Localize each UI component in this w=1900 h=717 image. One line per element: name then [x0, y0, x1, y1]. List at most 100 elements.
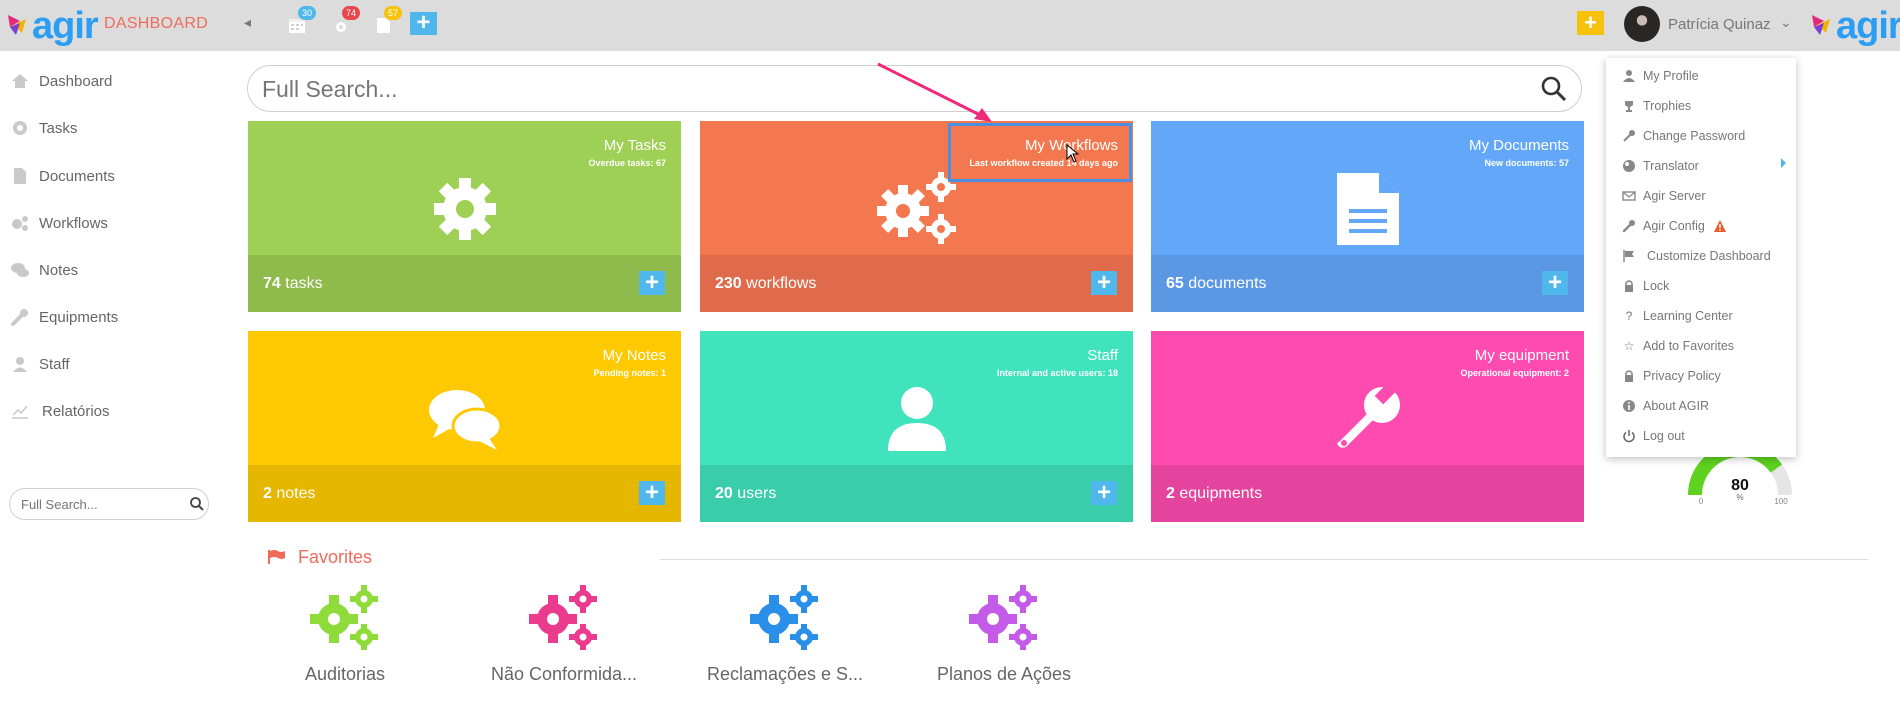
tile-count: 2 equipments: [1166, 485, 1263, 502]
tile-icon-wrap: [248, 371, 681, 466]
favorite-item[interactable]: Reclamações e S...: [690, 585, 880, 695]
add-document-button[interactable]: +: [1542, 271, 1568, 295]
gauge-unit: %: [1736, 493, 1743, 502]
sidebar-item-label: Equipments: [39, 308, 119, 326]
menu-item-trophies[interactable]: Trophies: [1621, 96, 1791, 116]
document-notifications-button[interactable]: 57: [372, 6, 402, 36]
menu-item-agir-config[interactable]: Agir Config: [1621, 216, 1791, 236]
menu-item-label: My Profile: [1643, 69, 1699, 83]
menu-item-my-profile[interactable]: My Profile: [1621, 66, 1791, 86]
menu-item-label: Lock: [1643, 279, 1670, 293]
add-note-button[interactable]: +: [639, 481, 665, 505]
agir-logo[interactable]: agir: [8, 6, 99, 46]
gears-icon: [529, 585, 597, 650]
question-icon: ?: [1625, 309, 1633, 323]
lock-icon: [1625, 370, 1633, 382]
tile-footer: 65 documents +: [1151, 255, 1584, 312]
wrench-icon: [1622, 220, 1635, 233]
avatar[interactable]: [1624, 6, 1660, 42]
chevron-down-icon[interactable]: ⌄: [1780, 14, 1792, 31]
menu-item-label: Log out: [1643, 429, 1685, 443]
menu-item-label: Change Password: [1643, 129, 1746, 143]
sidebar-item-workflows[interactable]: Workflows: [10, 208, 108, 238]
sidebar-search-input[interactable]: [21, 495, 181, 513]
gears-icon: [750, 585, 818, 650]
wrench-icon: [1336, 382, 1400, 448]
page-title: DASHBOARD: [104, 15, 209, 32]
menu-item-change-password[interactable]: Change Password: [1621, 126, 1791, 146]
favorite-label: Auditorias: [304, 664, 386, 684]
sidebar-item-relatorios[interactable]: Relatórios: [10, 396, 110, 426]
tile-my-tasks[interactable]: My Tasks Overdue tasks: 67 74 tasks +: [248, 121, 681, 312]
gears-icon: [876, 171, 956, 244]
sidebar-item-staff[interactable]: Staff: [10, 349, 70, 379]
sidebar: Dashboard Tasks Documents Workflows Note…: [0, 51, 222, 717]
sidebar-item-documents[interactable]: Documents: [10, 161, 115, 191]
tile-my-equipment[interactable]: My equipment Operational equipment: 2 2 …: [1151, 331, 1584, 522]
tile-my-notes[interactable]: My Notes Pending notes: 1 2 notes +: [248, 331, 681, 522]
chart-icon: [12, 405, 28, 419]
menu-item-add-to-favorites[interactable]: ☆ Add to Favorites: [1621, 336, 1791, 356]
search-icon[interactable]: [189, 496, 205, 512]
lock-icon: [1625, 280, 1633, 292]
add-task-button[interactable]: +: [639, 271, 665, 295]
tile-count: 74 tasks: [263, 275, 323, 292]
power-icon: [1623, 430, 1635, 443]
sidebar-item-notes[interactable]: Notes: [10, 255, 78, 285]
divider: [660, 559, 1868, 560]
menu-item-customize-dashboard[interactable]: Customize Dashboard: [1621, 246, 1791, 266]
add-shortcut-button[interactable]: +: [1577, 11, 1604, 35]
favorite-item[interactable]: Não Conformida...: [469, 585, 659, 695]
favorites-header: Favorites: [268, 545, 372, 569]
wrench-icon: [11, 309, 28, 326]
tile-footer: 74 tasks +: [248, 255, 681, 312]
menu-item-agir-server[interactable]: Agir Server: [1621, 186, 1791, 206]
menu-item-label: Learning Center: [1643, 309, 1733, 323]
menu-item-translator[interactable]: Translator: [1621, 156, 1791, 176]
add-workflow-button[interactable]: +: [1091, 271, 1117, 295]
search-icon[interactable]: [1540, 75, 1568, 103]
info-icon: [1623, 400, 1635, 412]
menu-item-learning-center[interactable]: ? Learning Center: [1621, 306, 1791, 326]
tile-staff[interactable]: Staff Internal and active users: 18 20 u…: [700, 331, 1133, 522]
menu-item-label: Customize Dashboard: [1647, 249, 1771, 263]
tile-title: My Documents: [1468, 137, 1569, 154]
calendar-badge: 30: [298, 6, 316, 20]
menu-item-label: Add to Favorites: [1643, 339, 1735, 353]
envelope-icon: [1622, 191, 1636, 201]
favorite-item[interactable]: Auditorias: [250, 585, 440, 695]
user-icon: [13, 357, 27, 372]
gear-icon: [13, 121, 27, 135]
tile-count: 230 workflows: [715, 275, 817, 292]
user-name[interactable]: Patrícia Quinaz: [1668, 16, 1771, 33]
menu-item-label: Trophies: [1643, 99, 1692, 113]
warning-icon: [1713, 220, 1726, 232]
menu-item-lock[interactable]: Lock: [1621, 276, 1791, 296]
menu-item-log-out[interactable]: Log out: [1621, 426, 1791, 446]
menu-item-privacy-policy[interactable]: Privacy Policy: [1621, 366, 1791, 386]
home-icon: [12, 74, 28, 88]
add-user-button[interactable]: +: [1091, 481, 1117, 505]
tile-footer: 2 notes +: [248, 465, 681, 522]
sidebar-item-equipments[interactable]: Equipments: [10, 302, 118, 332]
user-icon: [887, 386, 946, 451]
sidebar-search: [9, 488, 209, 520]
key-icon: [1623, 130, 1635, 142]
calendar-notifications-button[interactable]: 30: [286, 6, 316, 36]
logo-mark-icon: [8, 15, 26, 35]
gauge-max: 100: [1774, 497, 1788, 506]
comments-icon: [428, 389, 502, 450]
trophy-icon: [1625, 101, 1633, 112]
quick-add-button[interactable]: +: [410, 11, 437, 35]
favorite-item[interactable]: Planos de Ações: [909, 585, 1099, 695]
collapse-sidebar-icon[interactable]: ◂: [244, 14, 251, 31]
workflow-badge: 74: [342, 6, 360, 20]
tile-count: 20 users: [715, 485, 777, 502]
tile-my-documents[interactable]: My Documents New documents: 57 65 docume…: [1151, 121, 1584, 312]
sidebar-item-tasks[interactable]: Tasks: [10, 113, 77, 143]
sidebar-item-label: Notes: [39, 261, 79, 279]
tile-icon-wrap: [248, 161, 681, 256]
menu-item-about-agir[interactable]: About AGIR: [1621, 396, 1791, 416]
sidebar-item-dashboard[interactable]: Dashboard: [10, 66, 112, 96]
workflow-notifications-button[interactable]: 74: [330, 6, 360, 36]
